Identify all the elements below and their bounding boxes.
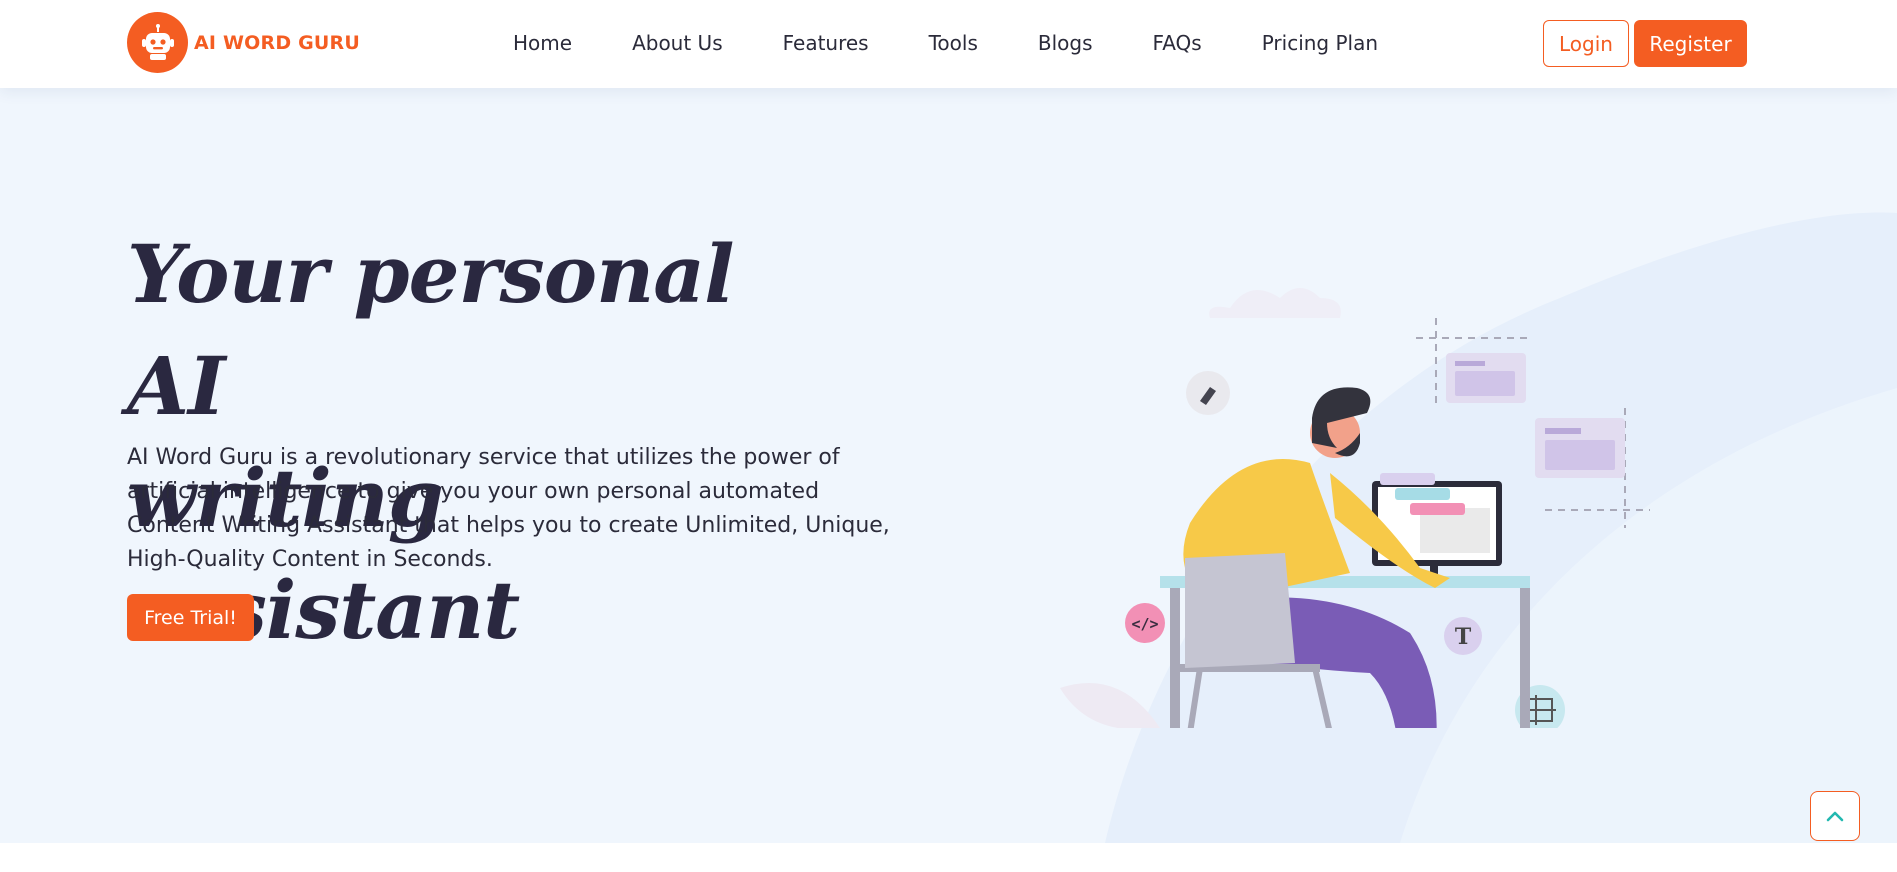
nav-blogs[interactable]: Blogs <box>1038 28 1093 58</box>
robot-icon <box>127 12 188 73</box>
nav-faqs[interactable]: FAQs <box>1153 28 1202 58</box>
nav-pricing-plan[interactable]: Pricing Plan <box>1262 28 1378 58</box>
nav-tools[interactable]: Tools <box>929 28 978 58</box>
register-button[interactable]: Register <box>1634 20 1747 67</box>
login-button[interactable]: Login <box>1543 20 1629 67</box>
hero-title-line-1: Your personal AI <box>127 227 734 433</box>
nav-features[interactable]: Features <box>783 28 869 58</box>
scroll-to-top-button[interactable] <box>1810 791 1860 841</box>
chevron-up-icon <box>1826 811 1844 822</box>
site-header: AI WORD GURU Home About Us Features Tool… <box>0 0 1897 88</box>
main-nav: Home About Us Features Tools Blogs FAQs … <box>513 28 1378 58</box>
person-at-desk-illustration: </> T <box>1060 288 1650 728</box>
free-trial-button[interactable]: Free Trial! <box>127 594 254 641</box>
nav-home[interactable]: Home <box>513 28 572 58</box>
brand-name: AI WORD GURU <box>194 31 360 54</box>
nav-about-us[interactable]: About Us <box>632 28 723 58</box>
hero-description: AI Word Guru is a revolutionary service … <box>127 445 890 572</box>
svg-text:T: T <box>1455 624 1472 650</box>
svg-text:</>: </> <box>1131 615 1158 633</box>
logo[interactable]: AI WORD GURU <box>127 12 360 73</box>
hero-section: Your personal AI writing assistant AI Wo… <box>0 88 1897 843</box>
